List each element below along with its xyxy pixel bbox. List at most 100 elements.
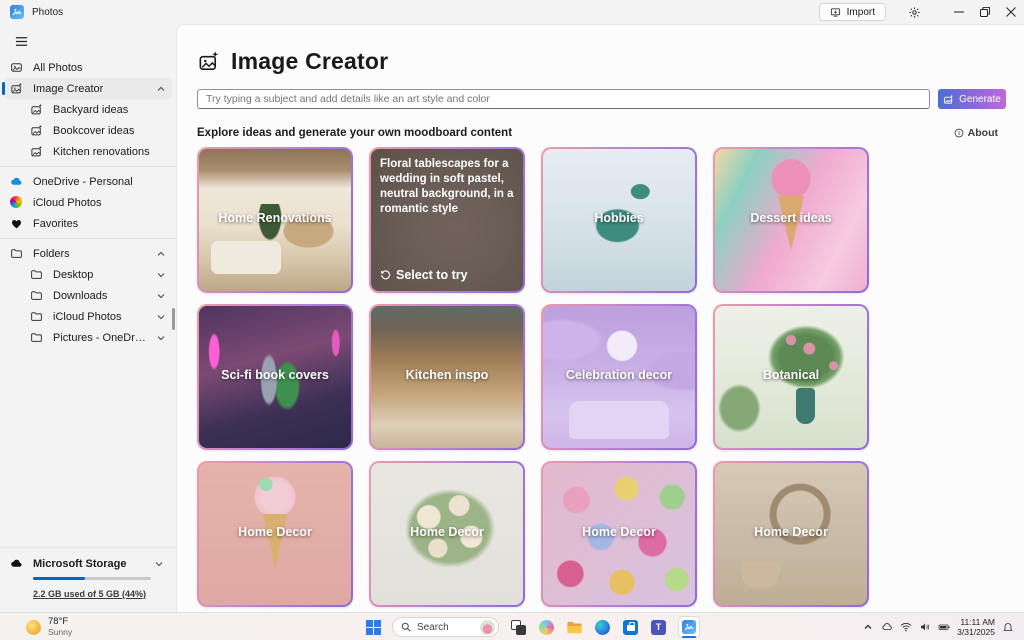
idea-card-home-renovations[interactable]: Home Renovations [197,147,353,293]
sidebar-item-desktop[interactable]: Desktop [4,264,172,285]
idea-card-scifi-book-covers[interactable]: Sci-fi book covers [197,304,353,450]
card-image [543,149,695,291]
chevron-down-icon[interactable] [156,291,166,301]
image-creator-icon [30,103,43,116]
sidebar-item-label: Favorites [33,218,78,230]
edge-browser-icon[interactable] [594,619,611,636]
prompt-input[interactable] [197,89,930,109]
image-creator-icon [30,145,43,158]
idea-card-home-decor-4[interactable]: Home Decor [713,461,869,607]
tray-chevron-up-icon[interactable] [862,621,874,633]
chevron-down-icon[interactable] [154,559,164,569]
idea-card-floral-prompt[interactable]: Floral tablescapes for a wedding in soft… [369,147,525,293]
chevron-down-icon[interactable] [156,312,166,322]
microsoft-storage-header[interactable]: Microsoft Storage [10,557,166,570]
chevron-down-icon[interactable] [156,333,166,343]
weather-widget[interactable]: 78°F Sunny [26,615,72,639]
sidebar-item-onedrive-personal[interactable]: OneDrive - Personal [4,171,172,192]
notification-bell-icon[interactable] [1002,621,1014,633]
sidebar-item-all-photos[interactable]: All Photos [4,57,172,78]
main-content: Image Creator Generate Explore ideas and… [176,24,1024,612]
generate-button[interactable]: Generate [938,89,1006,109]
sidebar-item-pictures-onedrive[interactable]: Pictures - OneDrive Personal [4,327,172,348]
chevron-up-icon[interactable] [156,84,166,94]
taskbar-center: Search T [366,613,700,640]
folder-icon [30,268,43,281]
storage-usage-link[interactable]: 2.2 GB used of 5 GB (44%) [33,589,146,599]
card-image [543,463,695,605]
generate-sparkle-icon [943,94,954,105]
folder-icon [30,331,43,344]
select-to-try-icon [380,270,391,281]
volume-icon[interactable] [919,621,931,633]
about-link[interactable]: About [954,127,998,139]
idea-card-home-decor-2[interactable]: Home Decor [369,461,525,607]
import-button[interactable]: Import [819,3,886,21]
sidebar-item-label: Downloads [53,290,107,302]
sidebar-item-icloud-photos-folder[interactable]: iCloud Photos [4,306,172,327]
generate-label: Generate [959,94,1001,105]
copilot-icon[interactable] [538,619,555,636]
storage-progress-fill [33,577,85,580]
folder-icon [10,247,23,260]
import-label: Import [847,7,875,18]
info-icon [954,128,964,138]
sidebar-item-image-creator[interactable]: Image Creator [4,78,172,99]
teams-icon[interactable]: T [650,619,667,636]
sidebar-item-icloud-photos[interactable]: iCloud Photos [4,192,172,213]
weather-condition: Sunny [48,628,72,638]
folder-icon [30,310,43,323]
battery-icon[interactable] [938,621,950,633]
sidebar-item-label: iCloud Photos [33,197,102,209]
sidebar: All Photos Image Creator Backyard ideas … [0,24,176,612]
select-to-try-action[interactable]: Select to try [380,268,514,282]
sidebar-item-favorites[interactable]: Favorites [4,213,172,234]
weather-temp: 78°F [48,617,72,628]
sidebar-item-label: Folders [33,248,70,260]
idea-card-home-decor-1[interactable]: Home Decor [197,461,353,607]
file-explorer-icon[interactable] [566,619,583,636]
settings-gear-icon[interactable] [900,1,928,23]
microsoft-store-icon[interactable] [622,619,639,636]
sidebar-item-folders[interactable]: Folders [4,243,172,264]
sidebar-item-backyard-ideas[interactable]: Backyard ideas [4,99,172,120]
photos-taskbar-icon[interactable] [678,616,700,638]
onedrive-tray-icon[interactable] [881,621,893,633]
explore-row: Explore ideas and generate your own mood… [197,127,998,139]
idea-card-hobbies[interactable]: Hobbies [541,147,697,293]
all-photos-icon [10,61,23,74]
card-image [543,306,695,448]
sidebar-item-kitchen-renovations[interactable]: Kitchen renovations [4,141,172,162]
sidebar-scrollbar[interactable] [172,308,175,330]
idea-card-kitchen-inspo[interactable]: Kitchen inspo [369,304,525,450]
onedrive-cloud-icon [10,175,23,188]
photos-app-icon [10,5,24,19]
image-creator-icon [10,82,23,95]
idea-card-celebration-decor[interactable]: Celebration decor [541,304,697,450]
task-view-icon[interactable] [510,619,527,636]
start-button[interactable] [366,620,381,635]
overlay-prompt-text: Floral tablescapes for a wedding in soft… [380,157,514,217]
window-title: Photos [32,7,63,18]
minimize-button[interactable] [946,0,972,24]
idea-card-home-decor-3[interactable]: Home Decor [541,461,697,607]
hamburger-menu-icon[interactable] [9,31,33,51]
page-header: Image Creator [197,48,388,75]
close-button[interactable] [998,0,1024,24]
sidebar-item-bookcover-ideas[interactable]: Bookcover ideas [4,120,172,141]
maximize-restore-button[interactable] [972,0,998,24]
taskbar-clock[interactable]: 11:11 AM 3/31/2025 [957,617,995,637]
chevron-down-icon[interactable] [156,270,166,280]
taskbar-search[interactable]: Search [392,617,499,637]
idea-card-botanical[interactable]: Botanical [713,304,869,450]
search-highlight-image [480,620,495,635]
card-image [371,463,523,605]
chevron-up-icon[interactable] [156,249,166,259]
sidebar-item-downloads[interactable]: Downloads [4,285,172,306]
sidebar-item-label: Bookcover ideas [53,125,134,137]
titlebar-app: Photos [10,5,63,19]
card-image [371,306,523,448]
cloud-storage-icon [10,557,23,570]
wifi-icon[interactable] [900,621,912,633]
idea-card-dessert-ideas[interactable]: Dessert ideas [713,147,869,293]
